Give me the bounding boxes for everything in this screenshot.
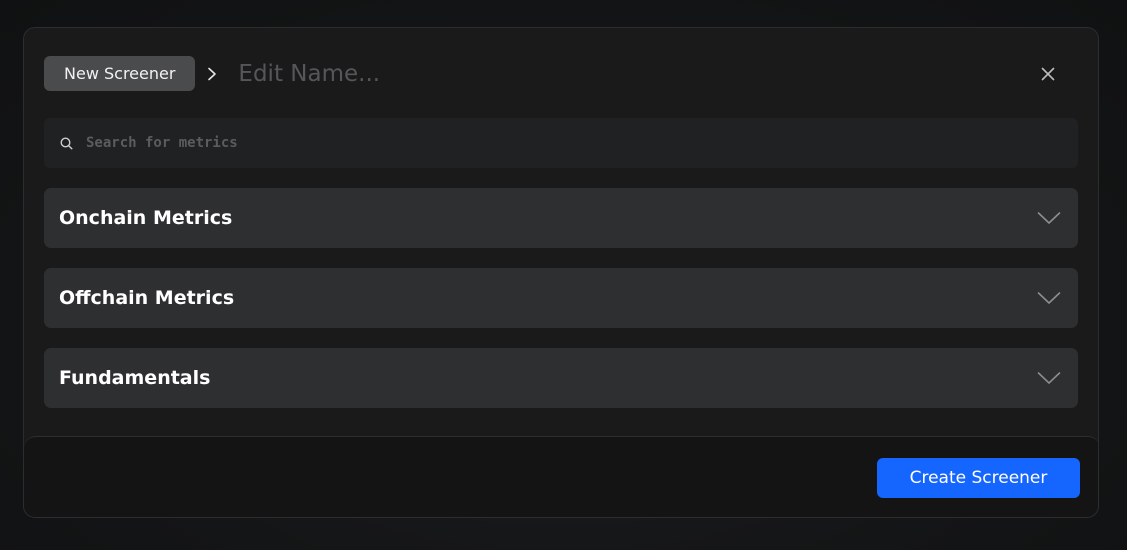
screener-type-chip: New Screener	[44, 56, 196, 91]
search-input[interactable]	[86, 118, 1078, 168]
modal-footer: Create Screener	[24, 436, 1098, 517]
section-onchain-metrics[interactable]: Onchain Metrics	[44, 188, 1078, 248]
chevron-down-icon	[1037, 371, 1061, 385]
section-title: Fundamentals	[59, 367, 211, 389]
metric-search-bar	[44, 118, 1078, 168]
search-icon	[59, 136, 73, 150]
section-offchain-metrics[interactable]: Offchain Metrics	[44, 268, 1078, 328]
screener-name-input[interactable]	[238, 56, 639, 91]
create-screener-button[interactable]: Create Screener	[877, 458, 1080, 498]
chevron-right-icon	[202, 64, 222, 84]
modal-header: New Screener	[44, 56, 1078, 91]
create-screener-modal: New Screener Onchain Metrics	[23, 27, 1099, 518]
screener-type-label: New Screener	[64, 64, 176, 83]
section-fundamentals[interactable]: Fundamentals	[44, 348, 1078, 408]
section-title: Onchain Metrics	[59, 207, 233, 229]
section-title: Offchain Metrics	[59, 287, 235, 309]
chevron-down-icon	[1037, 211, 1061, 225]
create-screener-label: Create Screener	[909, 468, 1048, 488]
chevron-down-icon	[1037, 291, 1061, 305]
close-icon[interactable]	[1038, 64, 1058, 84]
